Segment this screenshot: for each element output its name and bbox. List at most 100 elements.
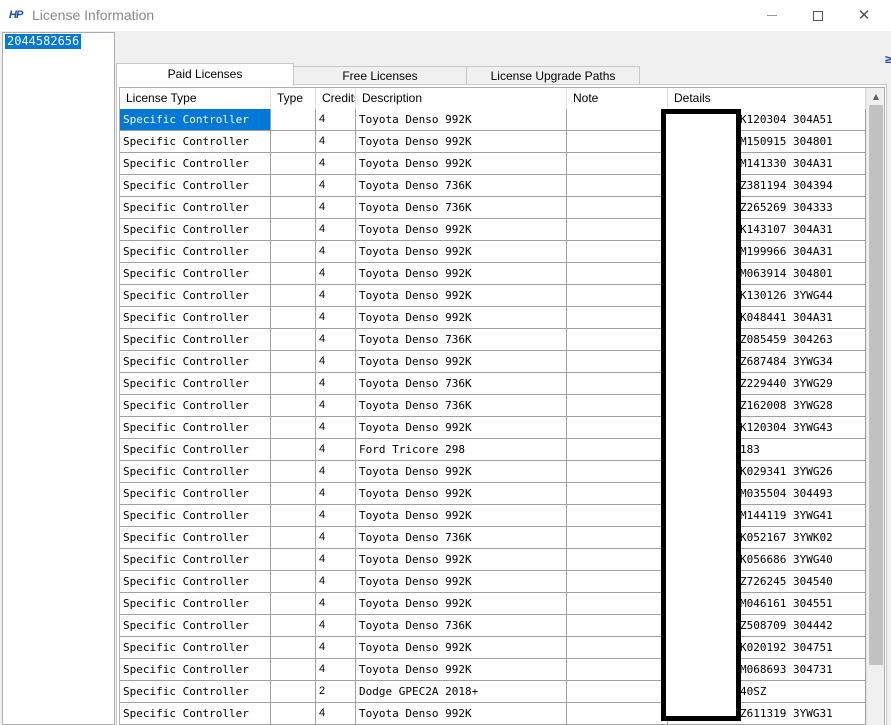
cell-license-type[interactable]: Specific Controller xyxy=(120,417,271,439)
tab-paid-licenses[interactable]: Paid Licenses xyxy=(116,63,294,86)
table-row[interactable]: Specific Controller 4 Toyota Denso 992K K14… xyxy=(120,219,866,241)
cell-credits[interactable]: 4 xyxy=(316,395,356,417)
table-row[interactable]: Specific Controller 4 Toyota Denso 992K M14… xyxy=(120,505,866,527)
cell-type[interactable] xyxy=(271,109,316,131)
cell-note[interactable] xyxy=(567,197,668,219)
cell-description[interactable]: Toyota Denso 992K xyxy=(356,285,567,307)
table-row[interactable]: Specific Controller 4 Toyota Denso 992K M03… xyxy=(120,483,866,505)
cell-license-type[interactable]: Specific Controller xyxy=(120,175,271,197)
cell-type[interactable] xyxy=(271,131,316,153)
table-row[interactable]: Specific Controller 4 Toyota Denso 992K M04… xyxy=(120,593,866,615)
cell-credits[interactable]: 2 xyxy=(316,681,356,703)
column-header-details[interactable]: Details xyxy=(668,88,866,109)
cell-type[interactable] xyxy=(271,373,316,395)
table-row[interactable]: Specific Controller 4 Toyota Denso 992K K12… xyxy=(120,109,866,131)
cell-credits[interactable]: 4 xyxy=(316,659,356,681)
cell-type[interactable] xyxy=(271,505,316,527)
cell-license-type[interactable]: Specific Controller xyxy=(120,285,271,307)
cell-license-type[interactable]: Specific Controller xyxy=(120,197,271,219)
table-row[interactable]: Specific Controller 4 Toyota Denso 992K Z61… xyxy=(120,703,866,725)
cell-license-type[interactable]: Specific Controller xyxy=(120,219,271,241)
cell-description[interactable]: Toyota Denso 992K xyxy=(356,483,567,505)
cell-credits[interactable]: 4 xyxy=(316,417,356,439)
cell-type[interactable] xyxy=(271,549,316,571)
cell-note[interactable] xyxy=(567,703,668,725)
cell-credits[interactable]: 4 xyxy=(316,285,356,307)
column-header-credits[interactable]: Credits xyxy=(316,88,356,109)
cell-type[interactable] xyxy=(271,571,316,593)
table-row[interactable]: Specific Controller 4 Toyota Denso 992K K05… xyxy=(120,549,866,571)
cell-credits[interactable]: 4 xyxy=(316,439,356,461)
cell-description[interactable]: Toyota Denso 736K xyxy=(356,527,567,549)
cell-type[interactable] xyxy=(271,175,316,197)
cell-description[interactable]: Toyota Denso 992K xyxy=(356,505,567,527)
cell-type[interactable] xyxy=(271,153,316,175)
cell-license-type[interactable]: Specific Controller xyxy=(120,703,271,725)
cell-note[interactable] xyxy=(567,263,668,285)
cell-type[interactable] xyxy=(271,263,316,285)
cell-note[interactable] xyxy=(567,549,668,571)
cell-license-type[interactable]: Specific Controller xyxy=(120,593,271,615)
cell-description[interactable]: Toyota Denso 992K xyxy=(356,703,567,725)
table-row[interactable]: Specific Controller 4 Toyota Denso 992K M06… xyxy=(120,263,866,285)
cell-description[interactable]: Toyota Denso 992K xyxy=(356,351,567,373)
table-row[interactable]: Specific Controller 4 Toyota Denso 736K Z16… xyxy=(120,395,866,417)
scroll-up-icon[interactable]: ▲ xyxy=(867,88,884,105)
cell-type[interactable] xyxy=(271,439,316,461)
cell-description[interactable]: Toyota Denso 992K xyxy=(356,131,567,153)
cell-type[interactable] xyxy=(271,593,316,615)
maximize-button[interactable] xyxy=(795,0,841,31)
cell-description[interactable]: Dodge GPEC2A 2018+ xyxy=(356,681,567,703)
cell-description[interactable]: Toyota Denso 736K xyxy=(356,197,567,219)
table-row[interactable]: Specific Controller 2 Dodge GPEC2A 2018+ 40… xyxy=(120,681,866,703)
minimize-button[interactable] xyxy=(749,0,795,31)
cell-description[interactable]: Toyota Denso 736K xyxy=(356,615,567,637)
cell-license-type[interactable]: Specific Controller xyxy=(120,439,271,461)
cell-description[interactable]: Toyota Denso 992K xyxy=(356,241,567,263)
cell-license-type[interactable]: Specific Controller xyxy=(120,505,271,527)
table-row[interactable]: Specific Controller 4 Toyota Denso 992K K12… xyxy=(120,417,866,439)
cell-type[interactable] xyxy=(271,659,316,681)
cell-license-type[interactable]: Specific Controller xyxy=(120,615,271,637)
cell-note[interactable] xyxy=(567,153,668,175)
table-row[interactable]: Specific Controller 4 Toyota Denso 992K K02… xyxy=(120,461,866,483)
cell-description[interactable]: Toyota Denso 992K xyxy=(356,109,567,131)
cell-credits[interactable]: 4 xyxy=(316,615,356,637)
cell-description[interactable]: Toyota Denso 992K xyxy=(356,571,567,593)
cell-credits[interactable]: 4 xyxy=(316,241,356,263)
cell-credits[interactable]: 4 xyxy=(316,549,356,571)
cell-license-type[interactable]: Specific Controller xyxy=(120,461,271,483)
cell-note[interactable] xyxy=(567,659,668,681)
cell-note[interactable] xyxy=(567,615,668,637)
column-header-note[interactable]: Note xyxy=(567,88,668,109)
table-row[interactable]: Specific Controller 4 Toyota Denso 992K K13… xyxy=(120,285,866,307)
list-item[interactable]: 2044582656 xyxy=(5,34,82,49)
cell-note[interactable] xyxy=(567,285,668,307)
cell-credits[interactable]: 4 xyxy=(316,373,356,395)
cell-license-type[interactable]: Specific Controller xyxy=(120,395,271,417)
cell-credits[interactable]: 4 xyxy=(316,329,356,351)
cell-type[interactable] xyxy=(271,307,316,329)
cell-note[interactable] xyxy=(567,373,668,395)
cell-type[interactable] xyxy=(271,351,316,373)
table-row[interactable]: Specific Controller 4 Toyota Denso 992K Z68… xyxy=(120,351,866,373)
cell-description[interactable]: Toyota Denso 736K xyxy=(356,373,567,395)
cell-license-type[interactable]: Specific Controller xyxy=(120,373,271,395)
cell-description[interactable]: Toyota Denso 992K xyxy=(356,153,567,175)
cell-credits[interactable]: 4 xyxy=(316,307,356,329)
cell-type[interactable] xyxy=(271,285,316,307)
cell-license-type[interactable]: Specific Controller xyxy=(120,571,271,593)
table-row[interactable]: Specific Controller 4 Toyota Denso 736K K05… xyxy=(120,527,866,549)
cell-license-type[interactable]: Specific Controller xyxy=(120,681,271,703)
table-row[interactable]: Specific Controller 4 Toyota Denso 992K K02… xyxy=(120,637,866,659)
cell-credits[interactable]: 4 xyxy=(316,175,356,197)
cell-credits[interactable]: 4 xyxy=(316,593,356,615)
cell-note[interactable] xyxy=(567,219,668,241)
license-table[interactable]: License Type Type Credits Description No… xyxy=(119,87,885,725)
cell-license-type[interactable]: Specific Controller xyxy=(120,329,271,351)
cell-license-type[interactable]: Specific Controller xyxy=(120,351,271,373)
cell-credits[interactable]: 4 xyxy=(316,219,356,241)
cell-note[interactable] xyxy=(567,505,668,527)
cell-credits[interactable]: 4 xyxy=(316,505,356,527)
column-header-description[interactable]: Description xyxy=(356,88,567,109)
